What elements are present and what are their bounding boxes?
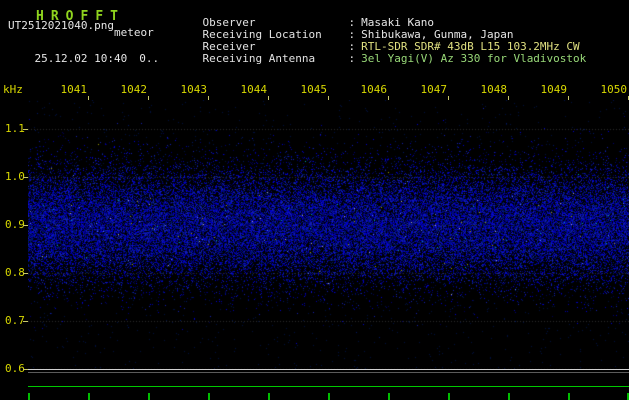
bottom-minute-tick <box>388 393 390 400</box>
x-tick-label: 1050 <box>600 83 628 96</box>
datetime-label: 25.12.02 10:40 <box>34 52 128 65</box>
x-tick-label: 1048 <box>480 83 508 96</box>
x-tick-label: 1043 <box>180 83 208 96</box>
strip-separator-line-dim <box>28 372 629 373</box>
info-value: 3el Yagi(V) Az 330 for Vladivostok <box>361 52 587 65</box>
x-tick-label: 1047 <box>420 83 448 96</box>
x-tick-label: 1045 <box>300 83 328 96</box>
echo-counter: 0.. <box>139 52 160 65</box>
bottom-minute-tick <box>508 393 510 400</box>
strip-separator-line <box>28 369 629 370</box>
info-colon: : <box>348 52 356 65</box>
info-row-location: Receiving Location: Shibukawa, Gunma, Jap… <box>176 17 514 41</box>
x-tick-label: 1042 <box>120 83 148 96</box>
info-row-observer: Observer: Masaki Kano <box>176 5 434 29</box>
x-tick-label: 1044 <box>240 83 268 96</box>
info-row-antenna: Receiving Antenna:3el Yagi(V) Az 330 for… <box>176 41 587 65</box>
bottom-minute-tick <box>88 393 90 400</box>
bottom-minute-tick <box>268 393 270 400</box>
x-tick-label: 1046 <box>360 83 388 96</box>
datetime-row: 25.12.02 10:40 0.. <box>8 41 160 77</box>
spectrogram-canvas <box>28 100 629 370</box>
x-tick-label: 1049 <box>540 83 568 96</box>
bottom-minute-tick <box>328 393 330 400</box>
bottom-minute-tick <box>568 393 570 400</box>
bottom-minute-tick <box>448 393 450 400</box>
info-row-receiver: Receiver: RTL-SDR SDR# 43dB L15 103.2MHz … <box>176 29 580 53</box>
x-tick-label: 1041 <box>60 83 88 96</box>
y-axis-unit: kHz <box>3 83 23 96</box>
hrofft-window: HROFFT UT2512021040.png meteor 25.12.02 … <box>0 0 629 400</box>
info-label: Receiving Antenna <box>202 52 316 65</box>
bottom-minute-tick <box>208 393 210 400</box>
bottom-minute-tick <box>28 393 30 400</box>
noise-level-trace <box>28 386 629 387</box>
observation-name: meteor <box>114 26 154 39</box>
bottom-minute-tick <box>148 393 150 400</box>
output-file-name: UT2512021040.png <box>8 19 114 32</box>
